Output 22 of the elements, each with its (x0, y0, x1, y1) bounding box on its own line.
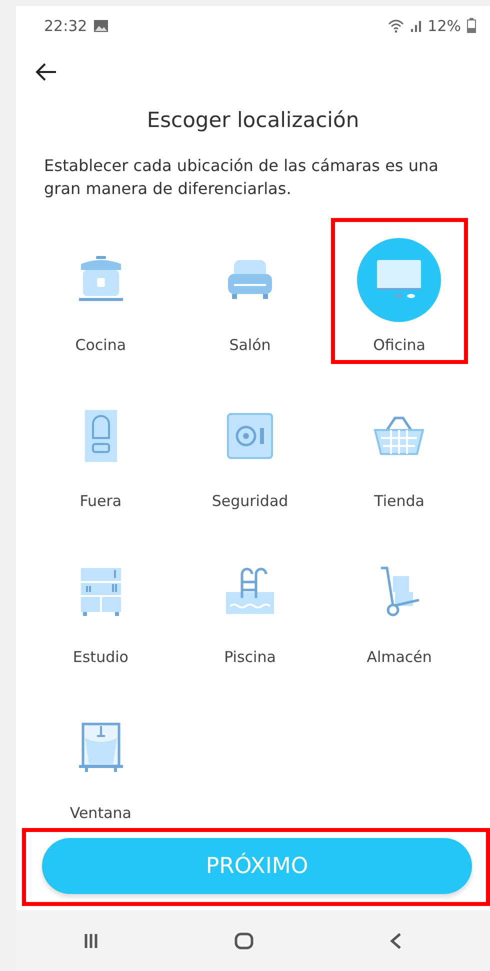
battery-icon (467, 18, 476, 34)
battery-percent: 12% (428, 16, 461, 35)
location-label: Seguridad (212, 492, 288, 510)
location-label: Almacén (366, 648, 432, 666)
page-title: Escoger localización (146, 108, 360, 132)
back-nav-button[interactable] (388, 930, 403, 951)
location-label: Salón (229, 336, 271, 354)
wifi-icon (388, 18, 404, 33)
next-button[interactable]: PRÓXIMO (42, 838, 472, 894)
location-label: Estudio (72, 648, 128, 666)
recent-apps-button[interactable] (83, 932, 100, 950)
location-label: Oficina (373, 336, 426, 354)
status-time: 22:32 (44, 16, 88, 35)
location-label: Fuera (80, 492, 122, 510)
home-button[interactable] (234, 930, 254, 951)
image-icon (93, 18, 110, 33)
signal-icon (410, 18, 422, 33)
location-label: Cocina (75, 336, 126, 354)
location-label: Ventana (70, 804, 132, 822)
description-text: Establecer cada ubicación de las cámaras es una gran manera de diferenciarlas. (44, 155, 440, 200)
location-label: Piscina (224, 648, 276, 666)
location-label: Tienda (374, 492, 424, 510)
